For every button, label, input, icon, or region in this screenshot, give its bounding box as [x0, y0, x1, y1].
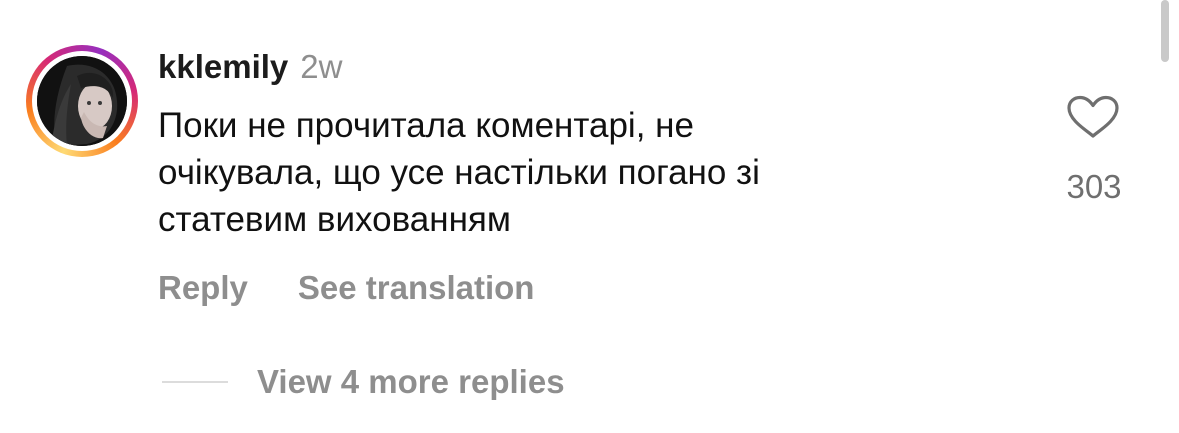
see-translation-button[interactable]: See translation: [298, 266, 535, 310]
like-count: 303: [1066, 168, 1122, 205]
scrollbar[interactable]: [1161, 0, 1169, 62]
heart-outline-icon: [1067, 95, 1119, 138]
comment-thread: kklemily 2w Поки не прочитала коментарі, …: [0, 0, 1179, 433]
avatar-photo: [37, 56, 127, 146]
comment-line-1: Поки не прочитала коментарі, не: [158, 106, 694, 145]
comment-actions: Reply See translation: [158, 266, 534, 310]
comment-header: kklemily 2w: [158, 46, 342, 88]
comment-line-2: очікувала, що усе настільки погано зі: [158, 153, 760, 192]
view-more-replies-button[interactable]: View 4 more replies: [257, 360, 565, 404]
comment-line-3: статевим вихованням: [158, 200, 511, 239]
avatar[interactable]: [37, 56, 127, 146]
comment-timestamp: 2w: [300, 48, 343, 85]
like-button[interactable]: [1066, 95, 1120, 139]
reply-button[interactable]: Reply: [158, 266, 248, 310]
replies-divider: [162, 381, 228, 383]
comment-text: Поки не прочитала коментарі, не очікувал…: [158, 102, 978, 243]
avatar-story-ring[interactable]: [26, 45, 138, 157]
username-link[interactable]: kklemily: [158, 48, 288, 85]
